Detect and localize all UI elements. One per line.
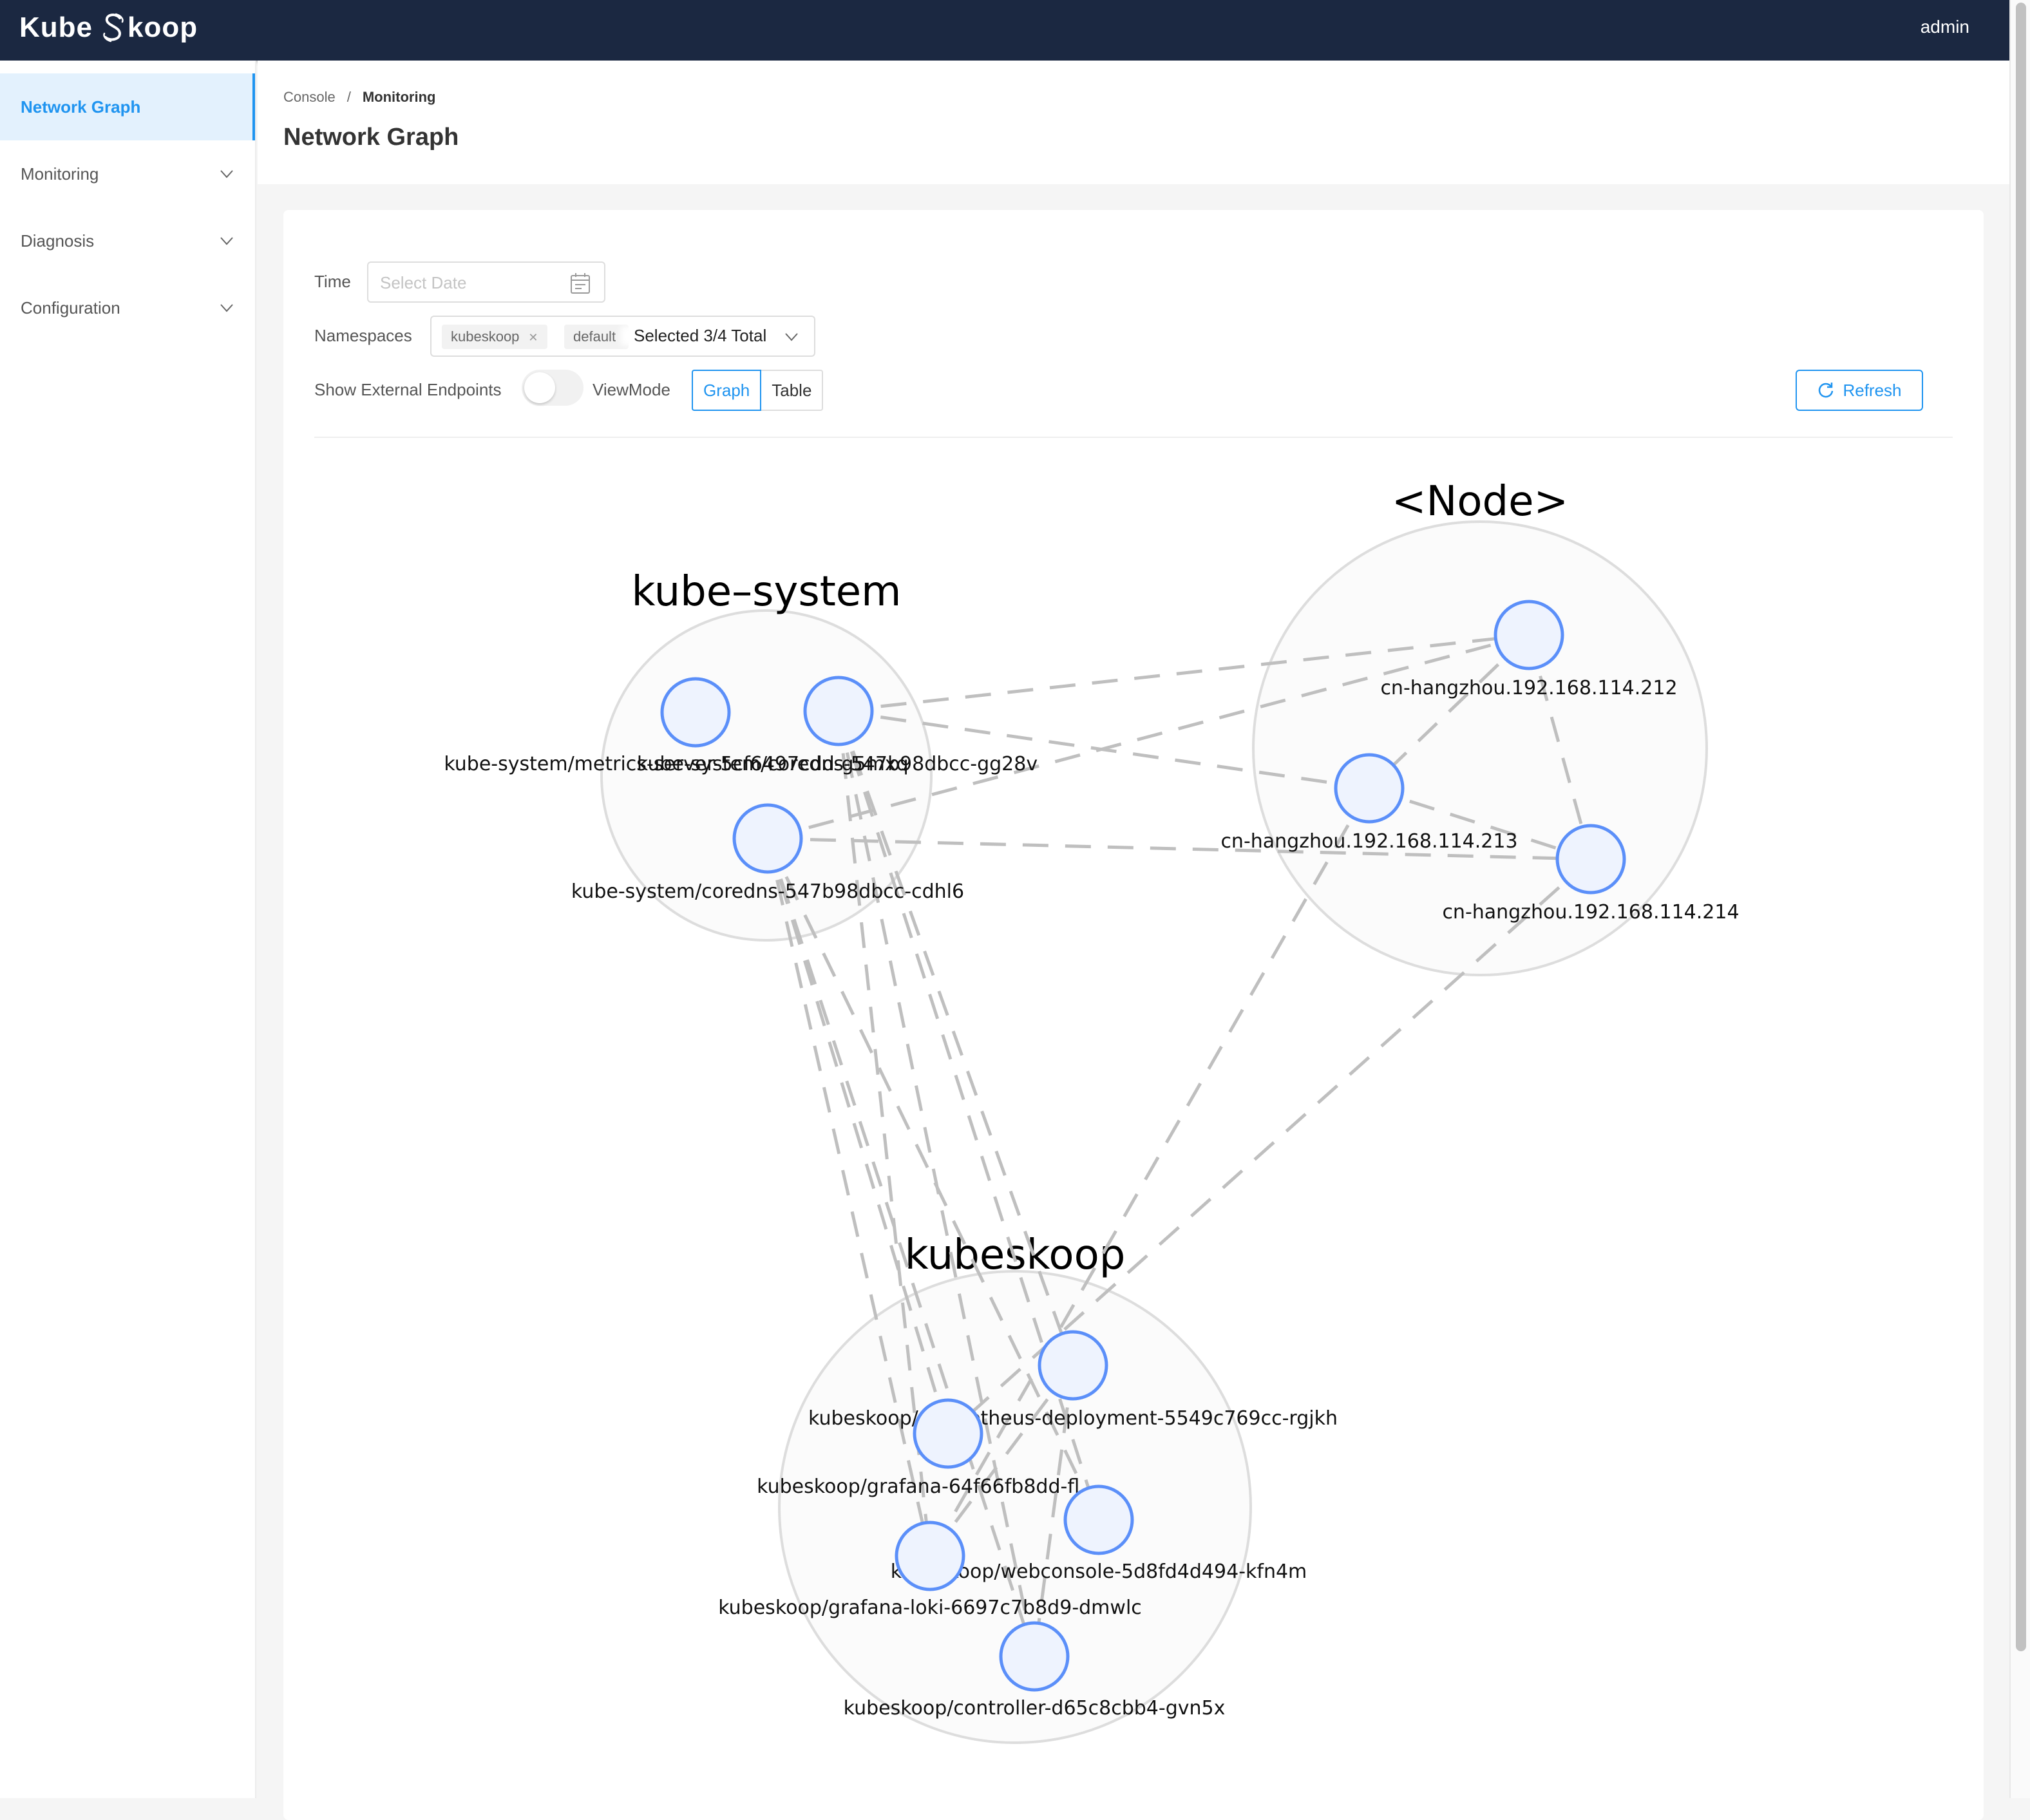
graph-node-loki[interactable] — [895, 1521, 965, 1591]
group-label-kube-system: kube–system — [631, 568, 901, 616]
graph-node-coredns2[interactable] — [732, 803, 803, 874]
graph-node-n213[interactable] — [1334, 753, 1405, 824]
node-label: kubeskoop/grafana-64f66fb8dd-fl... — [757, 1475, 1098, 1498]
node-label: cn-hangzhou.192.168.114.212 — [1380, 677, 1677, 699]
node-label: kubeskoop/prometheus-deployment-5549c769… — [808, 1407, 1338, 1430]
graph-node-metrics[interactable] — [660, 677, 731, 748]
node-label: cn-hangzhou.192.168.114.213 — [1220, 830, 1517, 853]
group-label-node: <Node> — [1392, 478, 1568, 526]
graph-node-coredns1[interactable] — [803, 676, 874, 746]
node-label: kubeskoop/grafana-loki-6697c7b8d9-dmwlc — [718, 1597, 1142, 1619]
graph-node-controller[interactable] — [999, 1621, 1070, 1692]
node-label: cn-hangzhou.192.168.114.214 — [1442, 901, 1739, 924]
graph-node-n212[interactable] — [1494, 600, 1564, 670]
graph-node-prometheus[interactable] — [1038, 1330, 1108, 1401]
graph-node-webconsole[interactable] — [1063, 1484, 1134, 1555]
node-label: kube-system/coredns-547b98dbcc-cdhl6 — [571, 880, 964, 903]
graph-node-grafana[interactable] — [913, 1398, 983, 1469]
node-label: kube-system/coredns-547b98dbcc-gg28v — [637, 753, 1038, 775]
node-label: kubeskoop/controller-d65c8cbb4-gvn5x — [844, 1697, 1226, 1720]
graph-node-n214[interactable] — [1555, 824, 1626, 895]
scrollbar[interactable] — [2009, 0, 2030, 1798]
scroll-thumb[interactable] — [2016, 3, 2026, 1651]
network-graph-canvas[interactable]: kube–system<Node>kubeskoopkube-system/me… — [0, 0, 2009, 1798]
